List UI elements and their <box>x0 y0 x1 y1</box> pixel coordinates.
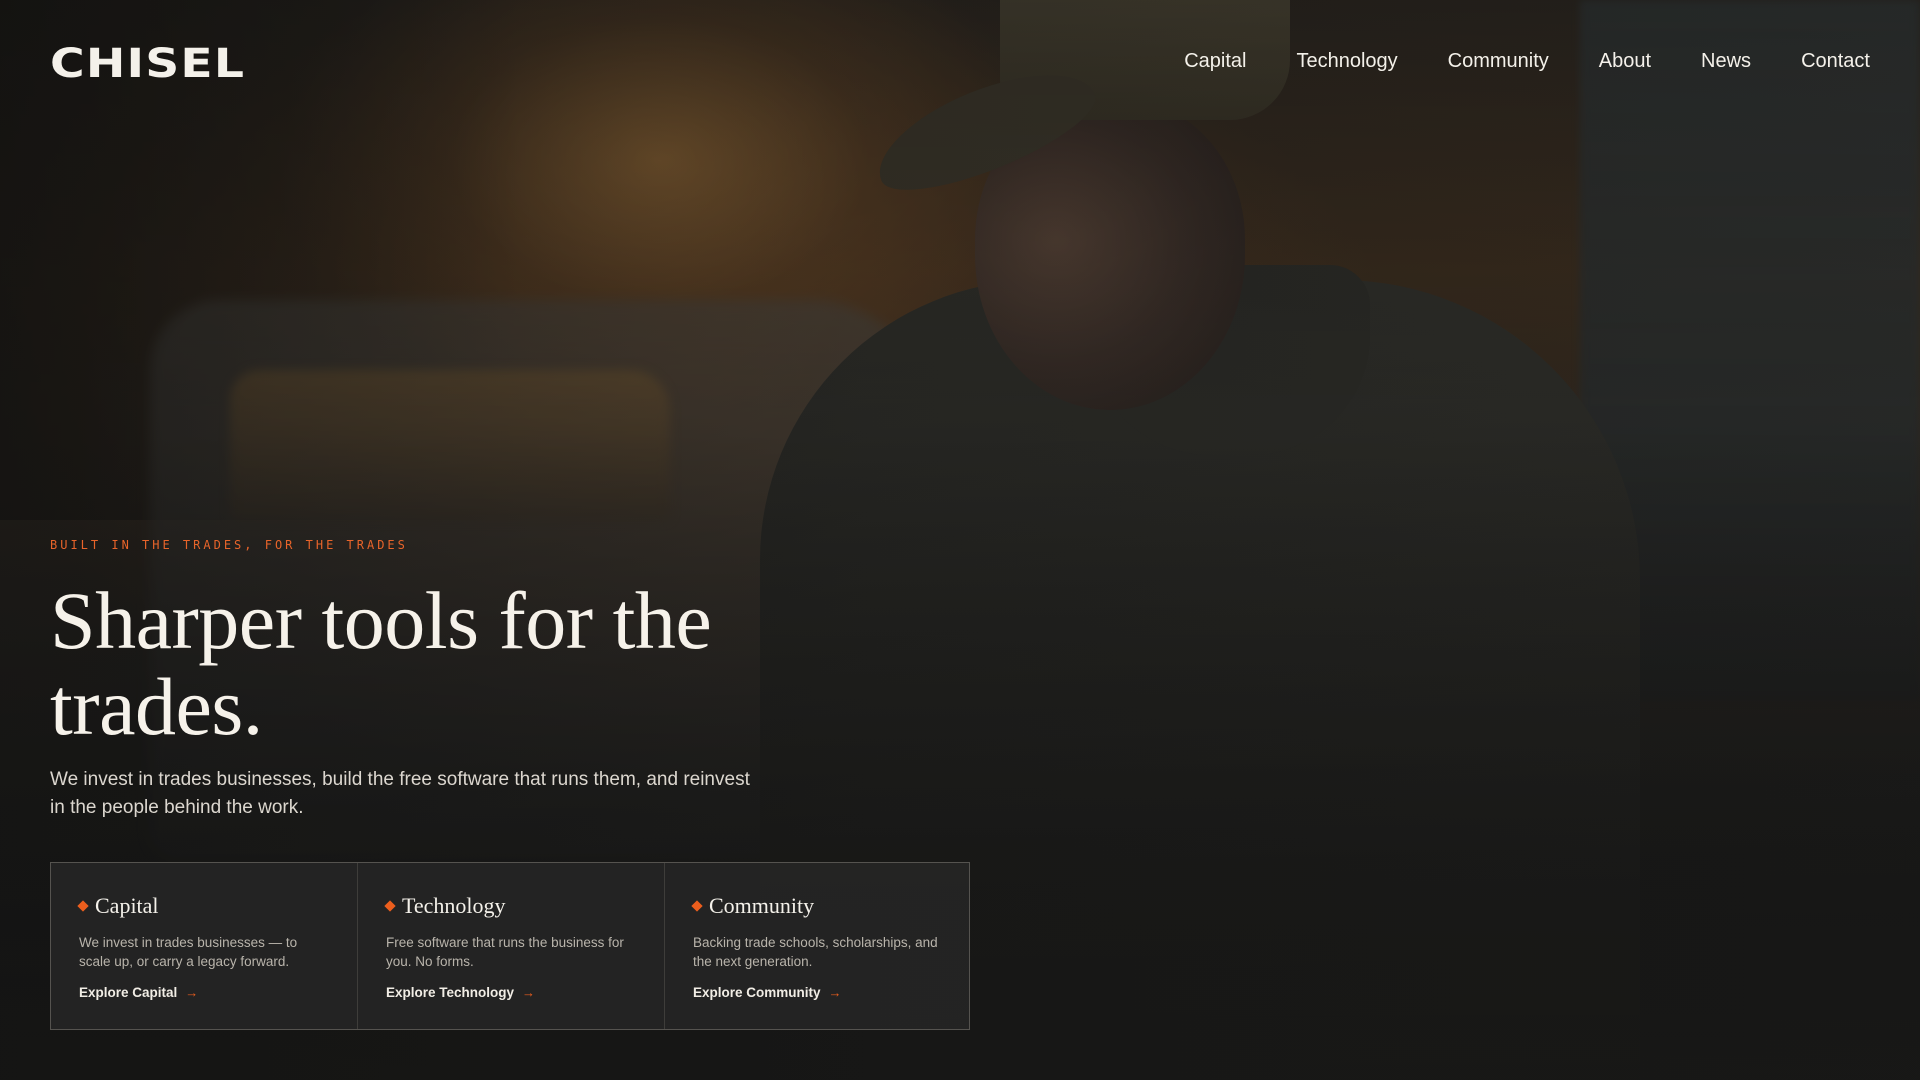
hero-eyebrow: BUILT IN THE TRADES, FOR THE TRADES <box>50 538 408 552</box>
nav-item-community[interactable]: Community <box>1448 48 1549 74</box>
nav-item-technology[interactable]: Technology <box>1296 48 1397 74</box>
card-title: Community <box>709 893 815 918</box>
card-link-label: Explore Community <box>693 985 821 1000</box>
hero-headline: Sharper tools for the trades. <box>50 575 712 752</box>
nav-item-about[interactable]: About <box>1599 48 1651 74</box>
nav-item-capital[interactable]: Capital <box>1184 48 1246 74</box>
card-description: Free software that runs the business for… <box>386 935 624 969</box>
card-description: Backing trade schools, scholarships, and… <box>693 935 938 969</box>
card-description: We invest in trades businesses — to scal… <box>79 935 298 969</box>
site-header: CHISEL Capital Technology Community Abou… <box>0 0 1920 128</box>
card-title: Technology <box>402 893 506 918</box>
arrow-right-icon: → <box>522 985 536 1000</box>
chisel-logo[interactable]: CHISEL <box>50 44 245 84</box>
card-community: Community Backing trade schools, scholar… <box>664 863 971 1029</box>
arrow-right-icon: → <box>828 985 842 1000</box>
card-link-label: Explore Technology <box>386 985 515 1000</box>
arrow-right-icon: → <box>185 985 199 1000</box>
nav-item-contact[interactable]: Contact <box>1801 48 1870 74</box>
diamond-icon <box>384 900 396 912</box>
explore-community-link[interactable]: Explore Community → <box>693 985 842 1000</box>
main-nav: Capital Technology Community About News … <box>1184 48 1870 74</box>
explore-technology-link[interactable]: Explore Technology → <box>386 985 535 1000</box>
pillar-cards: Capital We invest in trades businesses —… <box>50 862 970 1030</box>
card-capital: Capital We invest in trades businesses —… <box>51 863 357 1029</box>
diamond-icon <box>691 900 703 912</box>
card-link-label: Explore Capital <box>79 985 178 1000</box>
explore-capital-link[interactable]: Explore Capital → <box>79 985 198 1000</box>
card-technology: Technology Free software that runs the b… <box>357 863 664 1029</box>
nav-item-news[interactable]: News <box>1701 48 1751 74</box>
diamond-icon <box>77 900 89 912</box>
hero-subhead: We invest in trades businesses, build th… <box>50 769 750 818</box>
card-title: Capital <box>95 893 159 918</box>
